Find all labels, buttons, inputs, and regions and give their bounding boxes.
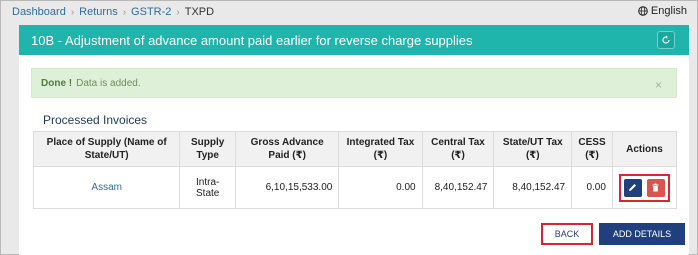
card-header: 10B - Adjustment of advance amount paid … xyxy=(19,25,689,55)
breadcrumb-separator: › xyxy=(122,6,127,18)
back-button[interactable]: BACK xyxy=(541,223,593,245)
page-title: 10B - Adjustment of advance amount paid … xyxy=(31,32,473,48)
cell-sgst: 8,40,152.47 xyxy=(493,166,573,209)
col-header-supply-type: Supply Type xyxy=(179,131,236,167)
pencil-icon xyxy=(629,184,637,191)
alert-message: Data is added. xyxy=(76,77,141,89)
content-card: 10B - Adjustment of advance amount paid … xyxy=(19,25,689,255)
refresh-icon xyxy=(662,35,670,44)
invoices-table: Place of Supply (Name of State/UT) Suppl… xyxy=(32,131,678,209)
table-row: Assam Intra-State 6,10,15,533.00 0.00 8,… xyxy=(32,166,678,209)
language-selector[interactable]: English xyxy=(638,5,687,17)
cell-actions xyxy=(611,166,678,209)
delete-button[interactable] xyxy=(646,178,665,197)
col-header-sgst: State/UT Tax (₹) xyxy=(493,131,573,167)
section-title: Processed Invoices xyxy=(43,113,148,127)
alert-strong: Done ! xyxy=(41,77,73,89)
globe-icon xyxy=(638,6,648,16)
cell-cess: 0.00 xyxy=(571,166,613,209)
breadcrumb-dashboard[interactable]: Dashboard xyxy=(12,6,66,18)
cell-supply-type: Intra-State xyxy=(179,166,236,209)
table-header-row: Place of Supply (Name of State/UT) Suppl… xyxy=(32,131,678,167)
breadcrumb: Dashboard › Returns › GSTR-2 › TXPD xyxy=(1,6,214,18)
col-header-igst: Integrated Tax (₹) xyxy=(338,131,423,167)
col-header-gross: Gross Advance Paid (₹) xyxy=(234,131,340,167)
refresh-button[interactable] xyxy=(657,31,675,49)
actions-group xyxy=(618,173,670,202)
edit-button[interactable] xyxy=(623,178,642,197)
col-header-place: Place of Supply (Name of State/UT) xyxy=(32,131,181,167)
cell-gross: 6,10,15,533.00 xyxy=(234,166,340,209)
cell-igst: 0.00 xyxy=(338,166,423,209)
cell-place[interactable]: Assam xyxy=(32,166,181,209)
success-alert: Done ! Data is added. × xyxy=(31,68,677,98)
breadcrumb-separator: › xyxy=(176,6,180,18)
breadcrumb-returns[interactable]: Returns xyxy=(79,6,118,18)
top-bar: Dashboard › Returns › GSTR-2 › TXPD Engl… xyxy=(1,1,697,23)
breadcrumb-gstr2[interactable]: GSTR-2 xyxy=(131,6,171,18)
col-header-cess: CESS (₹) xyxy=(571,131,613,167)
close-icon[interactable]: × xyxy=(655,78,662,92)
breadcrumb-current: TXPD xyxy=(184,6,215,18)
language-label: English xyxy=(650,5,687,17)
trash-icon xyxy=(652,183,659,192)
breadcrumb-separator: › xyxy=(70,6,75,18)
col-header-cgst: Central Tax (₹) xyxy=(421,131,495,167)
add-details-button[interactable]: ADD DETAILS xyxy=(599,223,685,245)
cell-cgst: 8,40,152.47 xyxy=(421,166,495,209)
col-header-actions: Actions xyxy=(611,131,678,167)
